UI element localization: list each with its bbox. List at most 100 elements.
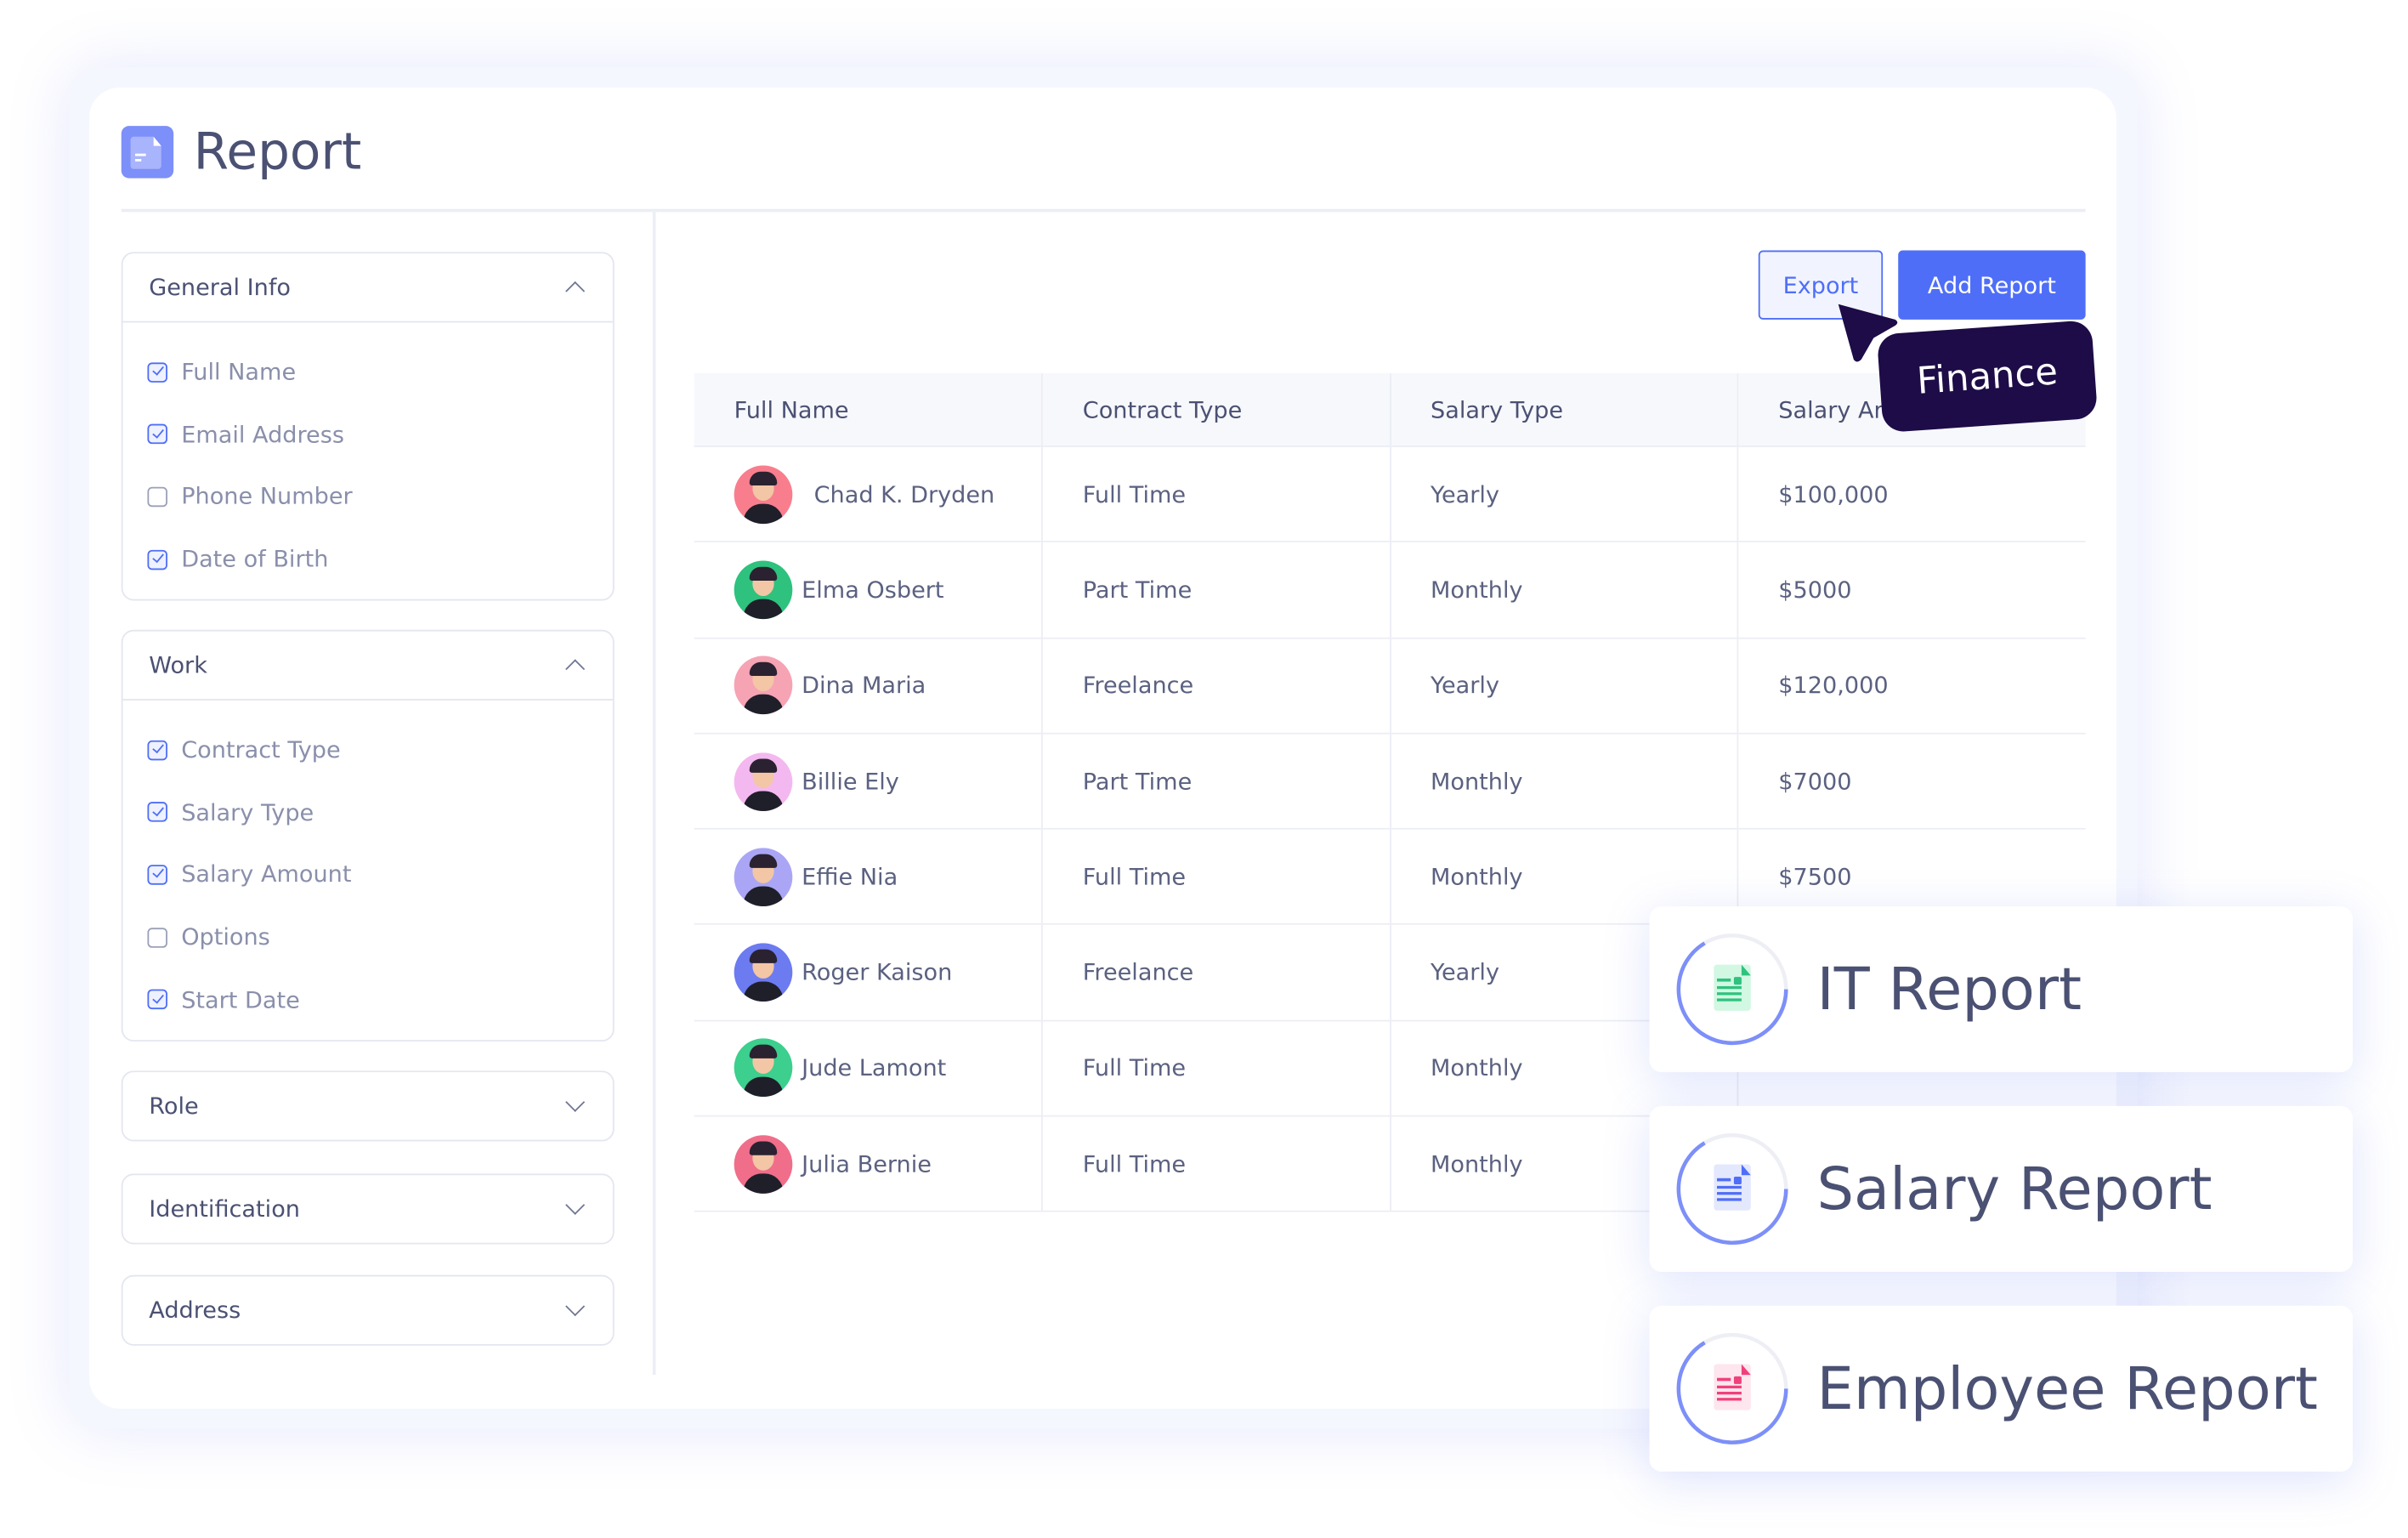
checkbox[interactable] [147, 424, 167, 445]
finance-tooltip: Finance [1876, 320, 2099, 434]
checkbox[interactable] [147, 802, 167, 823]
report-table: Full Name Contract Type Salary Type Sala… [694, 373, 2086, 1213]
cell-contract-type: Full Time [1041, 446, 1391, 543]
section-label: General Info [149, 273, 291, 302]
column-header[interactable]: Contract Type [1041, 373, 1391, 447]
option-label: Options [181, 923, 270, 951]
section-address[interactable]: Address [121, 1274, 615, 1346]
option-full-name[interactable]: Full Name [123, 341, 613, 403]
report-card-title: Salary Report [1816, 1155, 2213, 1223]
report-card[interactable]: Employee Report [1649, 1305, 2354, 1472]
progress-ring [1676, 934, 1788, 1046]
page-title: Report [193, 121, 362, 182]
employee-name: Elma Osbert [802, 576, 944, 604]
cell-salary-amount: $100,000 [1737, 446, 2086, 543]
avatar [734, 752, 793, 811]
pink-document-icon [1714, 1364, 1751, 1410]
document-icon [121, 126, 174, 179]
avatar [734, 848, 793, 906]
option-label: Email Address [181, 420, 344, 449]
employee-name: Roger Kaison [802, 958, 953, 987]
employee-name: Billie Ely [802, 767, 899, 796]
section-general-info: General Info Full Name Email Address Pho… [121, 252, 615, 602]
option-contract-type[interactable]: Contract Type [123, 719, 613, 781]
column-header[interactable]: Salary Type [1390, 373, 1739, 447]
chevron-down-icon [565, 1092, 586, 1112]
section-role[interactable]: Role [121, 1070, 615, 1142]
cell-full-name: Billie Ely [694, 733, 1043, 831]
option-label: Salary Type [181, 798, 314, 826]
avatar [734, 1039, 793, 1098]
checkbox[interactable] [147, 927, 167, 948]
chevron-up-icon [565, 659, 586, 679]
section-label: Work [149, 651, 207, 679]
option-label: Start Date [181, 985, 300, 1013]
cell-contract-type: Freelance [1041, 637, 1391, 735]
cell-full-name: Dina Maria [694, 637, 1043, 735]
cell-salary-type: Yearly [1390, 637, 1739, 735]
progress-ring [1676, 1332, 1788, 1444]
checkbox[interactable] [147, 486, 167, 508]
table-row[interactable]: Dina Maria Freelance Yearly $120,000 [694, 637, 2086, 735]
cell-salary-type: Monthly [1390, 733, 1739, 831]
blue-document-icon [1714, 1164, 1751, 1211]
report-card[interactable]: IT Report [1649, 906, 2354, 1073]
section-header-general-info[interactable]: General Info [122, 253, 613, 323]
checkbox[interactable] [147, 865, 167, 885]
option-label: Salary Amount [181, 860, 352, 889]
employee-name: Jude Lamont [802, 1054, 947, 1082]
divider [121, 208, 2086, 213]
cell-salary-type: Yearly [1390, 446, 1739, 543]
section-identification[interactable]: Identification [121, 1173, 615, 1245]
option-date-of-birth[interactable]: Date of Birth [123, 528, 613, 590]
option-start-date[interactable]: Start Date [123, 968, 613, 1030]
section-header-work[interactable]: Work [122, 632, 613, 701]
employee-name: Julia Bernie [802, 1149, 932, 1178]
checkbox[interactable] [147, 549, 167, 570]
chevron-down-icon [565, 1297, 586, 1317]
cell-full-name: Effie Nia [694, 829, 1043, 926]
checkbox[interactable] [147, 989, 167, 1010]
section-label: Address [149, 1296, 241, 1325]
report-card[interactable]: Salary Report [1649, 1105, 2354, 1273]
avatar [734, 560, 793, 620]
employee-name: Dina Maria [802, 671, 926, 700]
cell-full-name: Elma Osbert [694, 542, 1043, 638]
option-email-address[interactable]: Email Address [123, 403, 613, 465]
add-report-button[interactable]: Add Report [1898, 250, 2086, 320]
table-header-row: Full Name Contract Type Salary Type Sala… [694, 373, 2086, 447]
column-header[interactable]: Full Name [694, 373, 1043, 447]
cell-contract-type: Part Time [1041, 542, 1391, 638]
avatar [734, 655, 793, 715]
section-label: Role [149, 1092, 199, 1121]
cell-salary-amount: $5000 [1737, 542, 2086, 638]
avatar [734, 943, 793, 1002]
checkbox[interactable] [147, 740, 167, 760]
avatar [734, 464, 793, 524]
table-row[interactable]: Billie Ely Part Time Monthly $7000 [694, 733, 2086, 831]
cell-full-name: Jude Lamont [694, 1020, 1043, 1117]
option-salary-type[interactable]: Salary Type [123, 781, 613, 843]
report-card-title: Employee Report [1816, 1354, 2318, 1423]
progress-ring [1676, 1132, 1788, 1245]
cell-contract-type: Part Time [1041, 733, 1391, 831]
section-work: Work Contract Type Salary Type Salary Am… [121, 629, 615, 1041]
option-phone-number[interactable]: Phone Number [123, 466, 613, 528]
cell-contract-type: Full Time [1041, 829, 1391, 926]
green-document-icon [1714, 964, 1751, 1011]
option-label: Contract Type [181, 735, 341, 764]
option-label: Full Name [181, 358, 297, 387]
cell-contract-type: Freelance [1041, 924, 1391, 1022]
cell-contract-type: Full Time [1041, 1020, 1391, 1117]
cell-full-name: Julia Bernie [694, 1115, 1043, 1213]
option-salary-amount[interactable]: Salary Amount [123, 843, 613, 905]
option-options[interactable]: Options [123, 906, 613, 968]
divider [652, 212, 656, 1376]
checkbox[interactable] [147, 362, 167, 383]
avatar [734, 1134, 793, 1194]
option-label: Phone Number [181, 483, 353, 511]
table-row[interactable]: Chad K. Dryden Full Time Yearly $100,000 [694, 446, 2086, 543]
cell-salary-amount: $7000 [1737, 733, 2086, 831]
table-row[interactable]: Elma Osbert Part Time Monthly $5000 [694, 542, 2086, 638]
chevron-up-icon [565, 281, 586, 301]
